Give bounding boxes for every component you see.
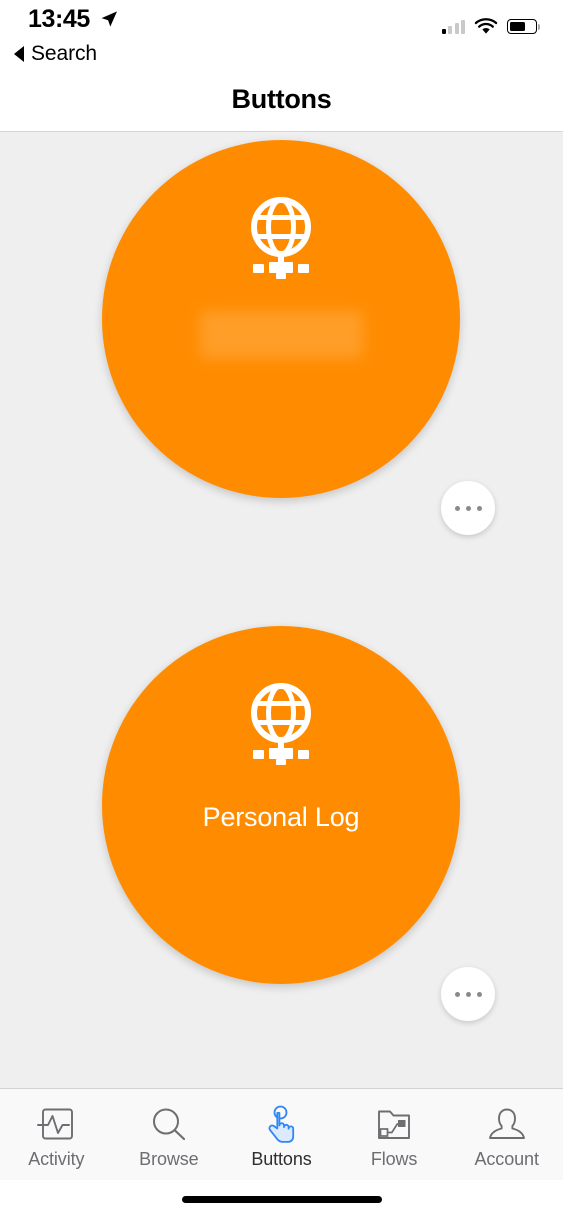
more-options-button[interactable] xyxy=(441,967,495,1021)
tab-account[interactable]: Account xyxy=(450,1089,563,1180)
tab-activity[interactable]: Activity xyxy=(0,1089,113,1180)
tab-label: Flows xyxy=(370,1149,418,1169)
home-indicator-area xyxy=(0,1180,563,1218)
phone-screen: 13:45 Search Buttons Personal Log Activi… xyxy=(0,0,563,1218)
location-arrow-icon xyxy=(101,11,117,27)
page-title: Buttons xyxy=(231,84,332,114)
tab-browse[interactable]: Browse xyxy=(113,1089,226,1180)
dot xyxy=(465,991,471,997)
wifi-icon xyxy=(474,18,498,34)
status-time: 13:45 xyxy=(28,5,90,33)
tab-label: Activity xyxy=(28,1149,85,1169)
globe-stand-icon xyxy=(251,683,311,765)
back-to-search-link[interactable]: Search xyxy=(0,40,563,68)
dot xyxy=(454,505,460,511)
back-triangle-icon xyxy=(14,46,24,62)
home-indicator[interactable] xyxy=(181,1195,382,1203)
tab-label: Buttons xyxy=(251,1149,312,1169)
tab-flows[interactable]: Flows xyxy=(338,1089,451,1180)
button-label: Personal Log xyxy=(202,802,360,832)
person-icon xyxy=(488,1108,525,1139)
globe-stand-icon xyxy=(251,197,311,279)
folder-flow-icon xyxy=(378,1110,411,1139)
button-cell xyxy=(0,132,563,612)
dot xyxy=(476,991,482,997)
tap-hand-icon xyxy=(269,1105,295,1143)
dot xyxy=(465,505,471,511)
tab-bar: Activity Browse Buttons Flows Account xyxy=(0,1088,563,1180)
activity-pulse-icon xyxy=(37,1108,74,1140)
tab-buttons[interactable]: Buttons xyxy=(225,1089,338,1180)
dot xyxy=(476,505,482,511)
dot xyxy=(454,991,460,997)
tab-label: Browse xyxy=(139,1149,199,1169)
cellular-signal-icon xyxy=(441,19,465,34)
button-label xyxy=(199,311,363,358)
action-button-circle[interactable]: Personal Log xyxy=(102,626,460,984)
magnifier-icon xyxy=(152,1108,185,1141)
action-button-circle[interactable] xyxy=(102,140,460,498)
more-options-button[interactable] xyxy=(441,481,495,535)
tab-label: Account xyxy=(474,1149,539,1169)
navigation-bar: Buttons xyxy=(0,68,563,132)
back-label: Search xyxy=(31,42,97,65)
status-bar: 13:45 xyxy=(0,0,563,40)
status-indicators xyxy=(441,18,541,35)
buttons-list: Personal Log xyxy=(0,132,563,1088)
button-cell: Personal Log xyxy=(0,612,563,1088)
battery-icon xyxy=(507,19,541,34)
